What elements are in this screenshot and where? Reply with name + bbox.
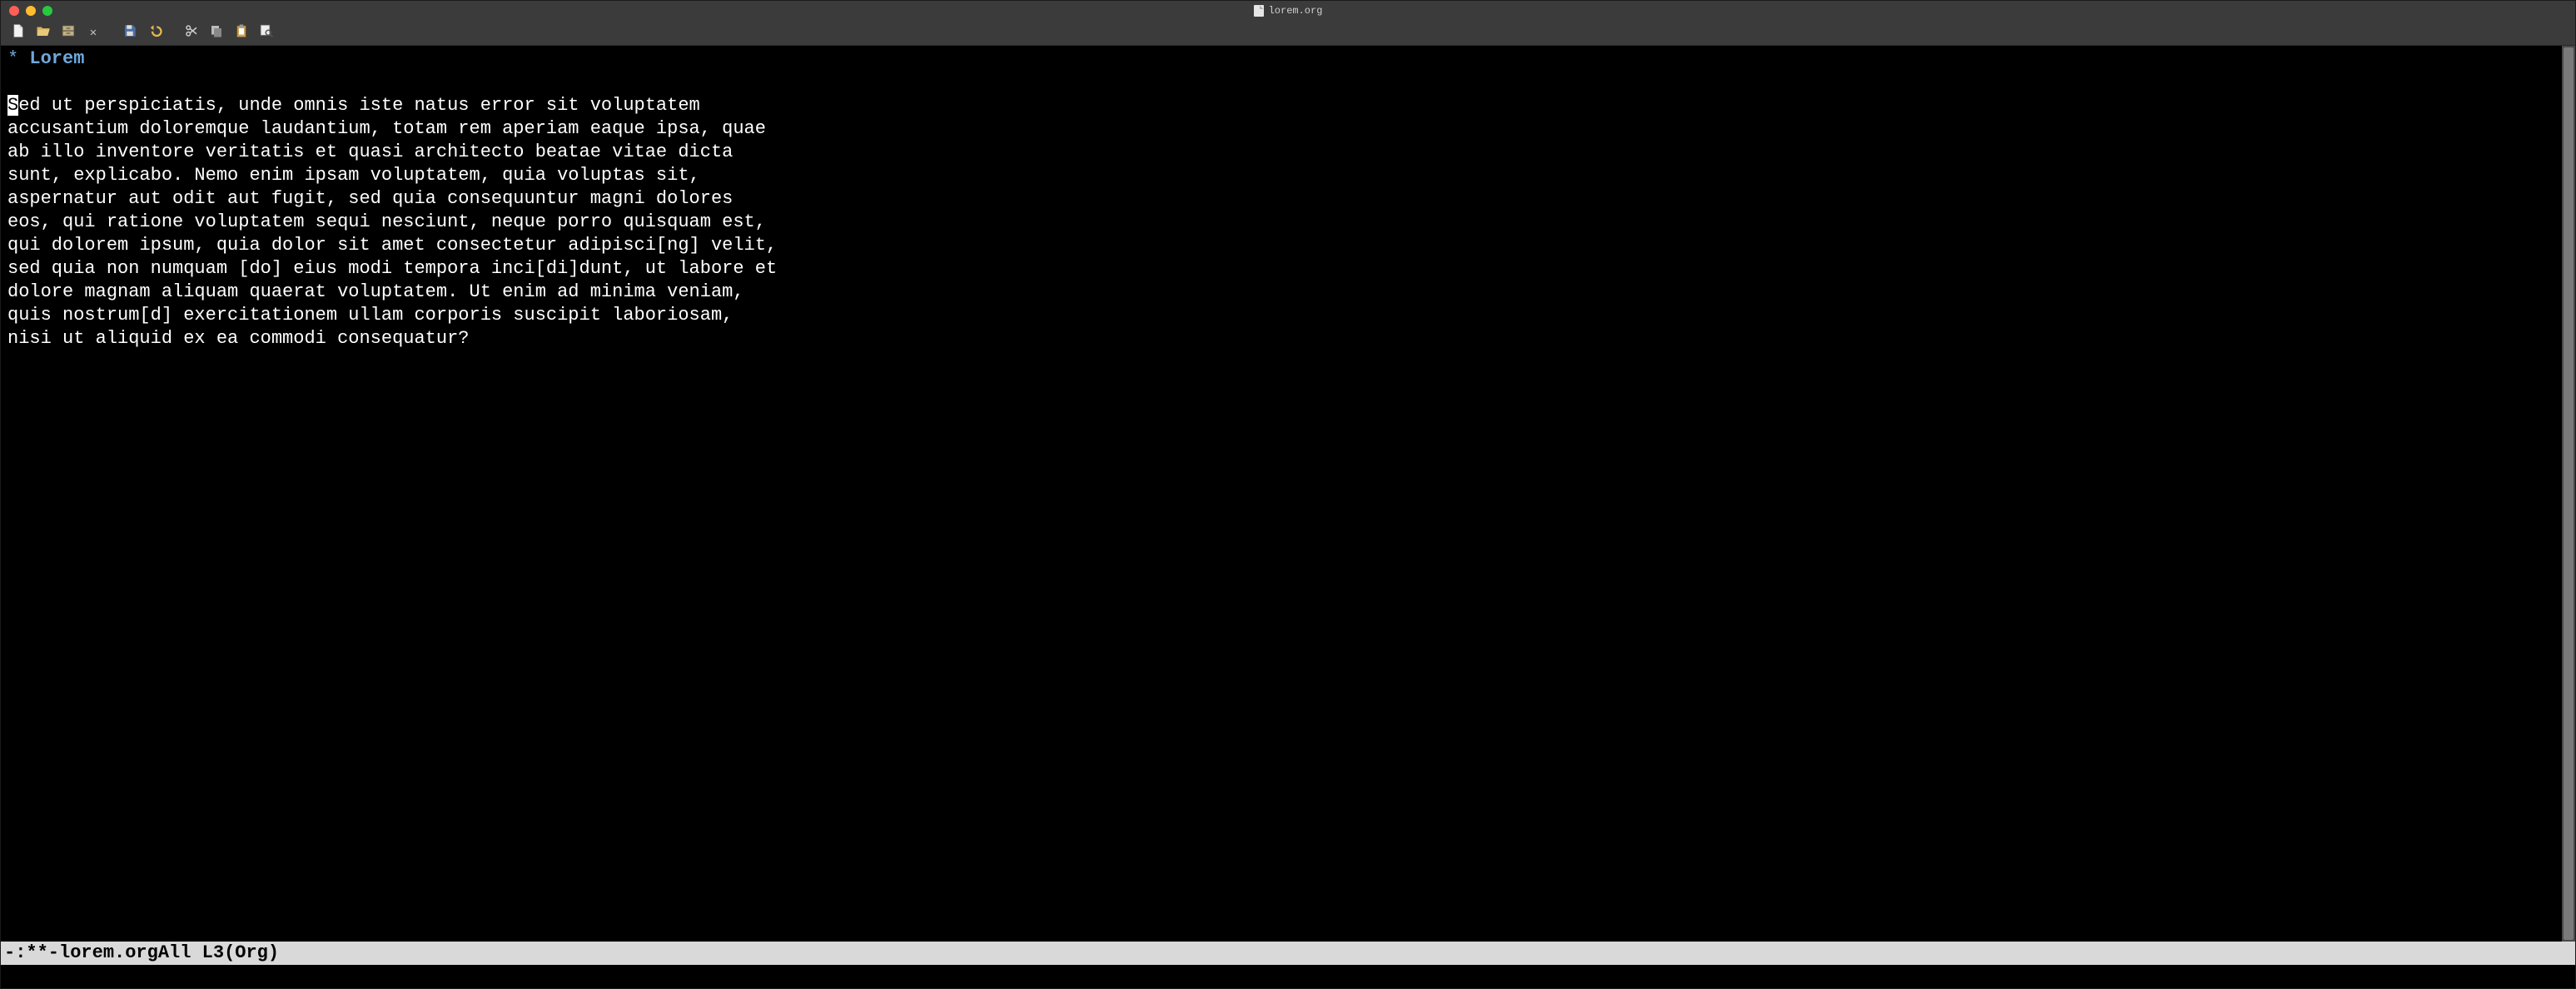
search-button[interactable] <box>257 24 276 42</box>
close-icon: ✕ <box>90 26 97 40</box>
titlebar[interactable]: lorem.org <box>1 1 2575 21</box>
vertical-scrollbar[interactable] <box>2562 46 2575 942</box>
scissors-icon <box>184 23 199 42</box>
window-frame: lorem.org ✕ <box>0 0 2576 989</box>
undo-button[interactable] <box>146 24 164 42</box>
modeline-position: All L3 <box>158 942 224 965</box>
window-title: lorem.org <box>1 5 2575 17</box>
new-file-button[interactable] <box>9 24 27 42</box>
copy-icon <box>209 23 224 42</box>
org-heading-star: * <box>7 48 18 69</box>
minibuffer[interactable] <box>1 965 2575 988</box>
paste-button[interactable] <box>232 24 251 42</box>
floppy-disk-icon <box>122 23 137 42</box>
mode-line[interactable]: -:**- lorem.org All L3 (Org) <box>1 942 2575 965</box>
copy-button[interactable] <box>207 24 226 42</box>
new-file-icon <box>11 23 26 42</box>
drawer-icon <box>61 23 76 42</box>
folder-open-icon <box>36 23 51 42</box>
cut-button[interactable] <box>182 24 201 42</box>
document-icon <box>1254 5 1264 17</box>
text-cursor: S <box>7 95 18 116</box>
save-button[interactable] <box>121 24 139 42</box>
close-buffer-button[interactable]: ✕ <box>84 24 102 42</box>
body-text: ed ut perspiciatis, unde omnis iste natu… <box>7 95 777 349</box>
traffic-lights <box>9 6 52 16</box>
open-file-button[interactable] <box>34 24 52 42</box>
modeline-modified: -:**- <box>4 942 59 965</box>
search-icon <box>259 23 274 42</box>
clipboard-icon <box>234 23 249 42</box>
modeline-buffer-name: lorem.org <box>59 942 158 965</box>
text-editor[interactable]: * Lorem Sed ut perspiciatis, unde omnis … <box>1 46 2562 942</box>
undo-icon <box>147 23 162 42</box>
zoom-window-button[interactable] <box>42 6 52 16</box>
org-heading-text: Lorem <box>29 48 84 69</box>
close-window-button[interactable] <box>9 6 19 16</box>
minimize-window-button[interactable] <box>26 6 36 16</box>
scrollbar-thumb[interactable] <box>2564 47 2574 940</box>
modeline-major-mode: (Org) <box>224 942 279 965</box>
window-title-text: lorem.org <box>1269 5 1323 17</box>
dired-button[interactable] <box>59 24 77 42</box>
toolbar: ✕ <box>1 21 2575 46</box>
editor-wrap: * Lorem Sed ut perspiciatis, unde omnis … <box>1 46 2575 942</box>
